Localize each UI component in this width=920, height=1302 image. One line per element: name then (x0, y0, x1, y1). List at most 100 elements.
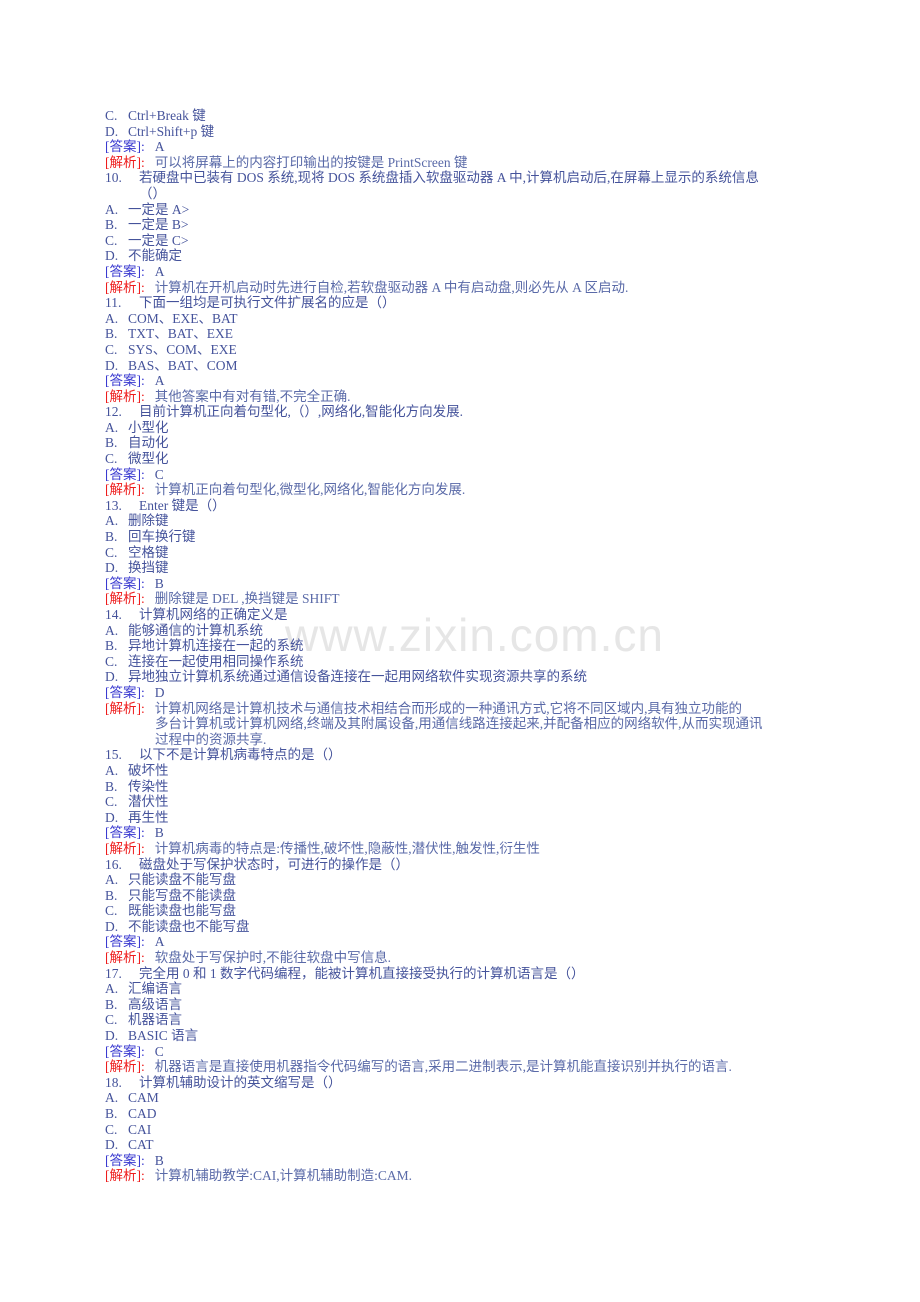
option-letter: C. (105, 108, 118, 123)
option-line: A. 一定是 A> (105, 202, 810, 218)
option-text: CAM (128, 1090, 159, 1106)
question-stem: 14. 计算机网络的正确定义是 (105, 607, 810, 623)
question-stem: 18. 计算机辅助设计的英文缩写是（） (105, 1075, 810, 1091)
answer-value: B (154, 575, 164, 591)
document-page: www.zixin.com.cn C. Ctrl+Break 键 D. Ctrl+Sh… (0, 0, 920, 1302)
answer-value: B (154, 1152, 164, 1168)
answer-line: [答案]: C (105, 1044, 810, 1060)
question-number: 11. (105, 295, 122, 311)
analysis-line: [解析]: 机器语言是直接使用机器指令代码编写的语言,采用二进制表示,是计算机能直… (105, 1059, 810, 1075)
option-letter: A. (105, 762, 119, 778)
option-line: A. CAM (105, 1090, 810, 1106)
analysis-label: [解析]: (105, 1168, 145, 1184)
option-text: 能够通信的计算机系统 (128, 622, 263, 638)
option-text: 一定是 B> (128, 217, 189, 233)
option-text: Ctrl+Break 键 (128, 108, 206, 123)
question-text: 计算机辅助设计的英文缩写是（） (139, 1074, 342, 1090)
option-text: 自动化 (128, 435, 169, 451)
option-letter: B. (105, 996, 118, 1012)
option-line: A. 只能读盘不能写盘 (105, 872, 810, 888)
answer-line: [答案]: A (105, 264, 810, 280)
answer-value: A (154, 139, 165, 155)
option-line: C. 微型化 (105, 451, 810, 467)
option-letter: D. (105, 669, 119, 685)
analysis-text: 计算机正向着句型化,微型化,网络化,智能化方向发展. (154, 482, 466, 498)
question-stem: 17. 完全用 0 和 1 数字代码编程，能被计算机直接接受执行的计算机语言是（） (105, 966, 810, 982)
question-text: 下面一组均是可执行文件扩展名的应是（） (139, 295, 396, 311)
option-line: D. BASIC 语言 (105, 1028, 810, 1044)
analysis-text: 过程中的资源共享. (155, 731, 267, 747)
option-line: C. 空格键 (105, 545, 810, 561)
question-number: 15. (105, 747, 122, 763)
answer-label: [答案]: (105, 139, 145, 155)
option-text: BAS、BAT、COM (128, 357, 238, 373)
option-letter: D. (105, 918, 119, 934)
option-letter: B. (105, 326, 118, 342)
analysis-text: 多台计算机或计算机网络,终端及其附属设备,用通信线路连接起来,并配备相应的网络软… (155, 716, 763, 732)
option-line: B. 只能写盘不能读盘 (105, 888, 810, 904)
question-stem: 10. 若硬盘中已装有 DOS 系统,现将 DOS 系统盘插入软盘驱动器 A 中,… (105, 170, 810, 186)
option-line: C. 既能读盘也能写盘 (105, 903, 810, 919)
option-line: A. 删除键 (105, 513, 810, 529)
option-line: A. 小型化 (105, 420, 810, 436)
option-text: 小型化 (128, 419, 169, 435)
question-text: Enter 键是（） (139, 497, 226, 513)
option-letter: B. (105, 217, 118, 233)
option-text: 删除键 (128, 513, 169, 529)
question-number: 10. (105, 170, 122, 186)
analysis-label: [解析]: (105, 279, 145, 295)
question-stem: 13. Enter 键是（） (105, 498, 810, 514)
option-letter: C. (105, 653, 118, 669)
analysis-line: [解析]: 计算机病毒的特点是:传播性,破坏性,隐蔽性,潜伏性,触发性,衍生性 (105, 841, 810, 857)
option-line: C. 潜伏性 (105, 794, 810, 810)
option-letter: C. (105, 341, 118, 357)
question-stem: 16. 磁盘处于写保护状态时，可进行的操作是（） (105, 857, 810, 873)
option-letter: A. (105, 622, 119, 638)
option-text: 机器语言 (128, 1012, 182, 1028)
option-text: 不能确定 (128, 248, 182, 264)
option-line: A. 能够通信的计算机系统 (105, 623, 810, 639)
option-letter: A. (105, 419, 119, 435)
analysis-text: 软盘处于写保护时,不能往软盘中写信息. (154, 950, 391, 966)
option-letter: C. (105, 544, 118, 560)
question-text: 以下不是计算机病毒特点的是（） (139, 747, 342, 763)
answer-value: B (154, 825, 164, 841)
option-letter: A. (105, 310, 119, 326)
option-letter: C. (105, 232, 118, 248)
option-letter: D. (105, 560, 119, 576)
option-text: CAI (128, 1121, 152, 1137)
question-stem: 15. 以下不是计算机病毒特点的是（） (105, 747, 810, 763)
question-number: 17. (105, 965, 122, 981)
option-text: CAT (128, 1137, 154, 1153)
option-letter: B. (105, 638, 118, 654)
option-line: A. COM、EXE、BAT (105, 311, 810, 327)
option-letter: D. (105, 123, 119, 139)
option-letter: A. (105, 201, 119, 217)
option-line: B. 自动化 (105, 435, 810, 451)
analysis-text: 删除键是 DEL ,换挡键是 SHIFT (154, 591, 340, 607)
option-line: D. 换挡键 (105, 560, 810, 576)
analysis-label: [解析]: (105, 950, 145, 966)
option-text: 汇编语言 (128, 981, 182, 997)
option-line: C. 一定是 C> (105, 233, 810, 249)
option-letter: C. (105, 451, 118, 467)
option-letter: B. (105, 887, 118, 903)
answer-label: [答案]: (105, 263, 145, 279)
option-letter: C. (105, 903, 118, 919)
question-number (105, 186, 139, 202)
option-line: B. TXT、BAT、EXE (105, 326, 810, 342)
option-text: 微型化 (128, 451, 169, 467)
answer-line: [答案]: B (105, 825, 810, 841)
answer-label: [答案]: (105, 934, 145, 950)
question-text: 若硬盘中已装有 DOS 系统,现将 DOS 系统盘插入软盘驱动器 A 中,计算机… (139, 170, 759, 186)
option-text: 既能读盘也能写盘 (128, 903, 236, 919)
answer-value: D (154, 684, 165, 700)
answer-line: [答案]: B (105, 576, 810, 592)
option-text: 只能读盘不能写盘 (128, 872, 236, 888)
analysis-text: 计算机病毒的特点是:传播性,破坏性,隐蔽性,潜伏性,触发性,衍生性 (154, 840, 540, 856)
option-letter: D. (105, 357, 119, 373)
option-text: TXT、BAT、EXE (128, 326, 233, 342)
option-line: C. SYS、COM、EXE (105, 342, 810, 358)
option-text: 再生性 (128, 809, 169, 825)
answer-label: [答案]: (105, 575, 145, 591)
